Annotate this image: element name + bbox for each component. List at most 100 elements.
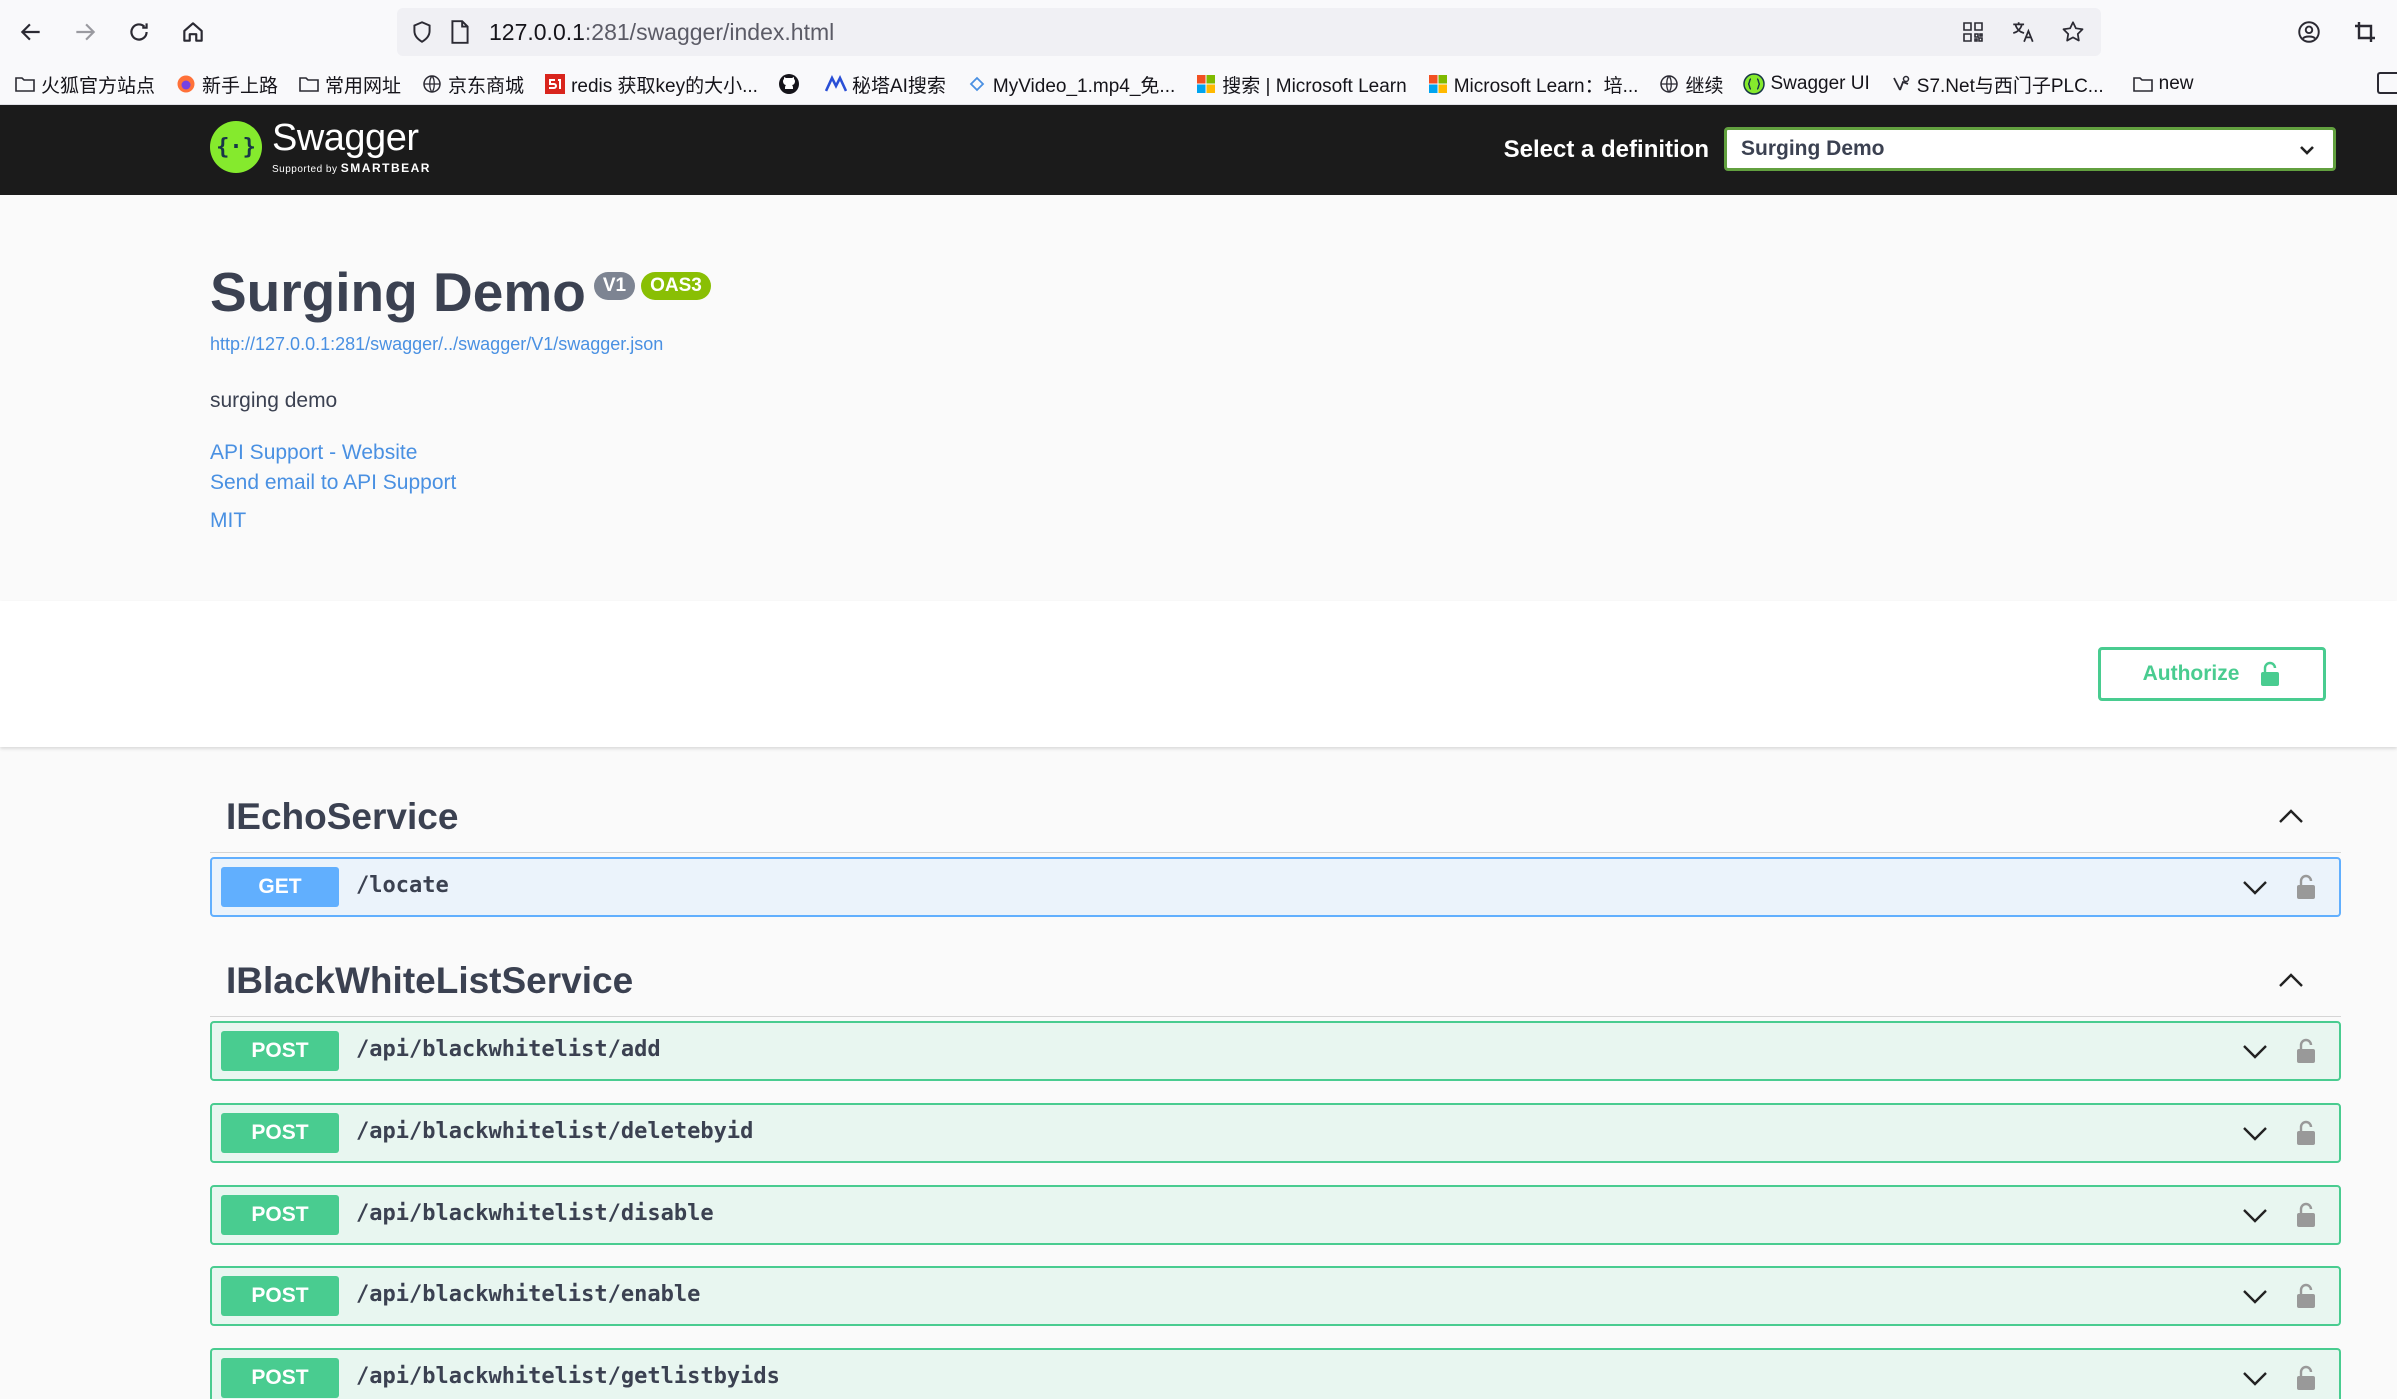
page-icon[interactable]: [449, 19, 471, 45]
scheme-container: Authorize: [0, 601, 2397, 747]
lock-icon[interactable]: [2295, 1282, 2317, 1310]
operation-path: /api/blackwhitelist/disable: [356, 1201, 714, 1226]
operation-path: /api/blackwhitelist/enable: [356, 1282, 701, 1307]
metaso-icon: [824, 73, 847, 95]
home-button[interactable]: [166, 5, 220, 59]
page-title: Surging Demo: [210, 261, 586, 323]
account-icon[interactable]: [2295, 18, 2323, 46]
screenshot-crop-icon[interactable]: [2351, 18, 2379, 46]
license-link[interactable]: MIT: [210, 509, 1710, 533]
tag-section-iblackwhitelistservice[interactable]: IBlackWhiteListService: [210, 917, 2341, 1017]
definition-select[interactable]: Surging Demo: [1724, 127, 2336, 171]
bookmark-item[interactable]: 京东商城: [421, 71, 524, 98]
bookmark-item[interactable]: [778, 73, 805, 95]
bookmark-label: 搜索 | Microsoft Learn: [1222, 75, 1407, 97]
qr-code-icon[interactable]: [1959, 18, 1987, 46]
browser-toolbar: 127.0.0.1:281/swagger/index.html: [0, 0, 2397, 64]
forward-button[interactable]: [58, 5, 112, 59]
folder-icon: [2132, 73, 2154, 95]
opblock-post-getlistbyids[interactable]: POST /api/blackwhitelist/getlistbyids: [210, 1348, 2341, 1399]
chevron-up-icon[interactable]: [2277, 970, 2305, 990]
opblock-post-deletebyid[interactable]: POST /api/blackwhitelist/deletebyid: [210, 1103, 2341, 1163]
bookmark-item[interactable]: 继续: [1658, 71, 1723, 98]
reload-button[interactable]: [112, 5, 166, 59]
method-badge: POST: [221, 1276, 339, 1316]
opblock-post-add[interactable]: POST /api/blackwhitelist/add: [210, 1021, 2341, 1081]
bookmark-item[interactable]: MyVideo_1.mp4_免...: [966, 71, 1175, 98]
arrow-left-icon: [20, 23, 40, 41]
method-badge: GET: [221, 867, 339, 907]
bookmark-item[interactable]: 常用网址: [298, 71, 401, 98]
home-icon: [183, 22, 203, 42]
opblock-post-disable[interactable]: POST /api/blackwhitelist/disable: [210, 1185, 2341, 1245]
operation-path: /api/blackwhitelist/deletebyid: [356, 1119, 754, 1144]
opblock-get-locate[interactable]: GET /locate: [210, 857, 2341, 917]
bookmark-item[interactable]: redis 获取key的大小...: [544, 71, 758, 98]
method-badge: POST: [221, 1195, 339, 1235]
operation-path: /locate: [356, 873, 449, 898]
bookmark-star-icon[interactable]: [2059, 18, 2087, 46]
url-host: 127.0.0.1: [489, 18, 585, 45]
video-icon: [966, 73, 988, 95]
url-bar[interactable]: 127.0.0.1:281/swagger/index.html: [397, 8, 2101, 56]
bookmark-label: Swagger UI: [1770, 73, 1870, 94]
folder-icon: [298, 73, 320, 95]
globe-icon: [421, 73, 443, 95]
bookmark-label: S7.Net与西门子PLC...: [1916, 75, 2104, 97]
bookmark-label: 火狐官方站点: [41, 75, 156, 97]
contact-email-link[interactable]: Send email to API Support: [210, 471, 1710, 495]
github-icon: [778, 73, 800, 95]
bookmark-item[interactable]: 新手上路: [175, 71, 278, 98]
version-badge: V1: [593, 272, 636, 300]
url-text[interactable]: 127.0.0.1:281/swagger/index.html: [489, 19, 834, 46]
spec-url-link[interactable]: http://127.0.0.1:281/swagger/../swagger/…: [210, 334, 1710, 355]
bookmark-label: redis 获取key的大小...: [571, 75, 758, 97]
lock-icon[interactable]: [2295, 1201, 2317, 1229]
bookmark-item[interactable]: 搜索 | Microsoft Learn: [1195, 71, 1407, 98]
chevron-down-icon[interactable]: [2241, 1125, 2269, 1143]
bookmark-item[interactable]: new: [2132, 73, 2194, 95]
authorize-button[interactable]: Authorize: [2098, 647, 2326, 701]
chevron-down-icon[interactable]: [2241, 1288, 2269, 1306]
bookmark-item[interactable]: 秘塔AI搜索: [824, 71, 946, 98]
bookmark-item[interactable]: 火狐官方站点: [14, 71, 155, 98]
method-badge: POST: [221, 1113, 339, 1153]
bookmark-item[interactable]: Swagger UI: [1743, 73, 1870, 95]
swagger-logo[interactable]: {·} Swagger Supported by SMARTBEAR: [210, 119, 431, 175]
logo-brand: SMARTBEAR: [340, 161, 431, 175]
bookmark-item[interactable]: Microsoft Learn：培...: [1427, 71, 1639, 98]
chevron-up-icon[interactable]: [2277, 806, 2305, 826]
api-info: Surging Demo V1 OAS3 http://127.0.0.1:28…: [210, 260, 1710, 533]
definition-selected-value: Surging Demo: [1741, 137, 1885, 160]
lock-icon[interactable]: [2295, 1037, 2317, 1065]
bookmark-item[interactable]: S7.Net与西门子PLC...: [1890, 71, 2104, 98]
authorize-label: Authorize: [2142, 662, 2240, 685]
bookmark-label: MyVideo_1.mp4_免...: [992, 75, 1176, 97]
bookmark-label: 继续: [1685, 75, 1724, 97]
chevron-down-icon[interactable]: [2241, 879, 2269, 897]
definition-label: Select a definition: [1503, 136, 1709, 163]
swagger-icon: [1743, 73, 1766, 95]
chevron-down-icon[interactable]: [2241, 1370, 2269, 1388]
microsoft-icon: [1195, 73, 1217, 95]
tag-section-iechoservice[interactable]: IEchoService: [210, 753, 2341, 853]
opblock-post-enable[interactable]: POST /api/blackwhitelist/enable: [210, 1266, 2341, 1326]
bookmarks-bar: 火狐官方站点 新手上路 常用网址 京东商城 redis 获取key的大小... …: [0, 64, 2397, 105]
lock-icon[interactable]: [2295, 1119, 2317, 1147]
contact-website-link[interactable]: API Support - Website: [210, 441, 1710, 465]
logo-tagline: Supported by SMARTBEAR: [272, 161, 431, 175]
bookmark-label: Microsoft Learn：培...: [1453, 75, 1639, 97]
lock-icon[interactable]: [2295, 1364, 2317, 1392]
chevron-down-icon[interactable]: [2241, 1207, 2269, 1225]
swagger-logo-icon: {·}: [210, 121, 262, 173]
bookmarks-overflow-icon[interactable]: [2377, 72, 2397, 94]
lock-icon[interactable]: [2295, 873, 2317, 901]
chevron-down-icon: [2300, 146, 2314, 155]
oas-badge: OAS3: [641, 272, 711, 300]
method-badge: POST: [221, 1031, 339, 1071]
firefox-icon: [175, 73, 197, 95]
back-button[interactable]: [4, 5, 58, 59]
shield-icon[interactable]: [409, 19, 435, 45]
chevron-down-icon[interactable]: [2241, 1043, 2269, 1061]
translate-icon[interactable]: [2009, 18, 2037, 46]
